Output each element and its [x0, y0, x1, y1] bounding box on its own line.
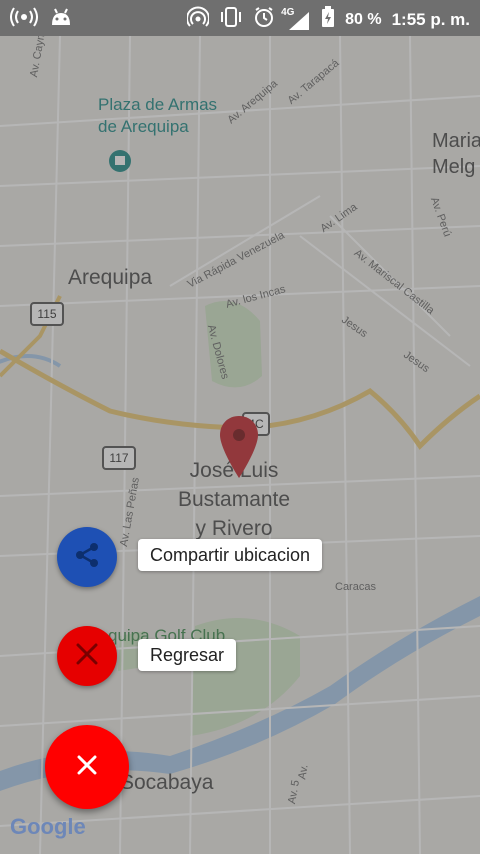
battery-level: 80 % [345, 10, 382, 28]
status-bar: 4G 80 % 1:55 p. m. [0, 0, 480, 36]
google-logo-text: Google [10, 814, 86, 839]
share-location-label[interactable]: Compartir ubicacion [138, 539, 323, 571]
vibrate-icon [219, 6, 243, 33]
share-icon [72, 540, 102, 575]
alarm-icon [253, 6, 275, 33]
network-type: 4G [281, 6, 295, 18]
fab-menu-toggle-button[interactable] [45, 725, 129, 809]
close-icon [76, 754, 98, 781]
signal-4g-icon: 4G [281, 7, 311, 31]
close-icon [74, 641, 100, 672]
back-button[interactable] [57, 626, 117, 686]
hotspot-icon [186, 6, 211, 33]
back-label[interactable]: Regresar [138, 639, 237, 671]
share-location-button[interactable] [57, 527, 117, 587]
battery-charging-icon [321, 6, 335, 33]
android-icon [50, 7, 72, 32]
broadcast-icon [10, 6, 38, 33]
clock: 1:55 p. m. [391, 9, 470, 29]
google-logo: Google [10, 814, 86, 840]
